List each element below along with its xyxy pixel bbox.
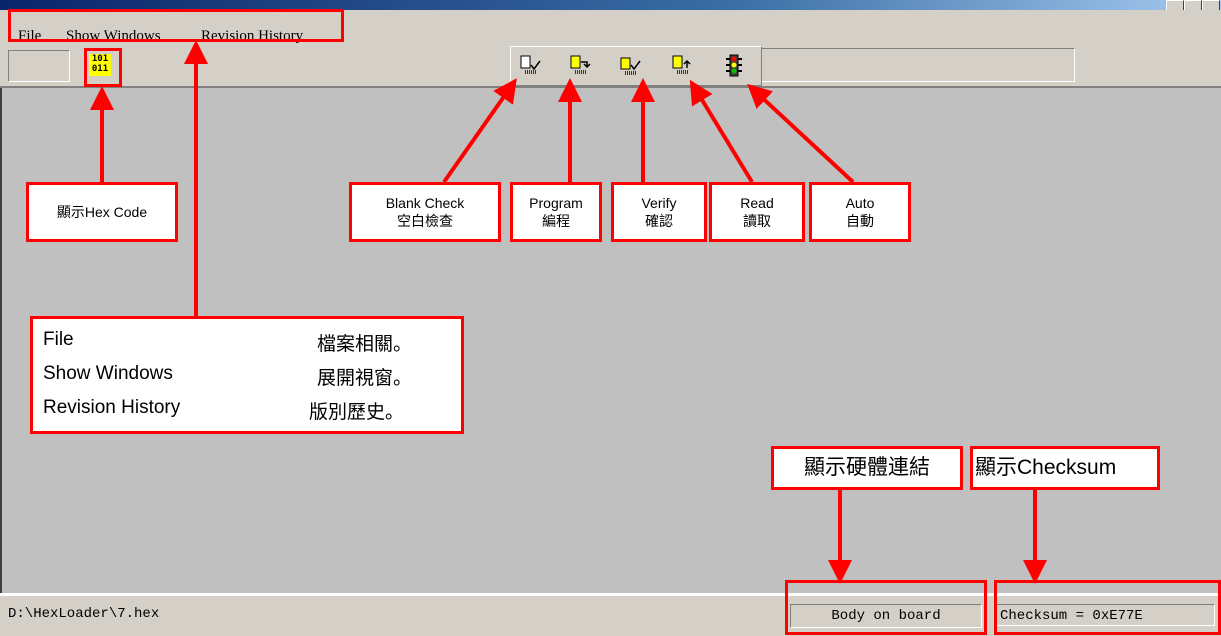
program-icon[interactable] (567, 53, 593, 79)
callout-hex-code: 顯示Hex Code (26, 182, 178, 242)
menu-highlight-box (8, 9, 344, 42)
callout-menu-legend: File 檔案相關。 Show Windows 展開視窗。 Revision H… (30, 316, 464, 434)
callout-blank-check: Blank Check 空白檢查 (349, 182, 501, 242)
callout-blank-check-zh: 空白檢查 (397, 213, 453, 229)
toolbar-well-right (760, 48, 1075, 82)
callout-read: Read 讀取 (709, 182, 805, 242)
status-file-path: D:\HexLoader\7.hex (8, 606, 160, 622)
connection-highlight-box (785, 580, 987, 635)
callout-blank-check-en: Blank Check (385, 195, 465, 211)
callout-read-zh: 讀取 (743, 213, 771, 229)
legend-show-windows-zh: 展開視窗。 (317, 368, 413, 389)
callout-auto: Auto 自動 (809, 182, 911, 242)
legend-revision-history-en: Revision History (43, 397, 181, 418)
callout-verify-en: Verify (641, 195, 677, 211)
legend-file-en: File (43, 329, 74, 350)
toolbar: 101 011 (0, 44, 1221, 88)
checksum-highlight-box (994, 580, 1221, 635)
verify-icon[interactable] (617, 53, 643, 79)
hex-icon-highlight-box (84, 48, 122, 87)
blank-check-icon[interactable] (517, 53, 543, 79)
callout-auto-en: Auto (845, 195, 875, 211)
callout-hex-code-text: 顯示Hex Code (56, 204, 148, 220)
legend-show-windows-en: Show Windows (43, 363, 173, 384)
legend-revision-history-zh: 版別歷史。 (309, 402, 405, 423)
read-icon[interactable] (669, 53, 695, 79)
callout-program: Program 編程 (510, 182, 602, 242)
callout-hardware-link: 顯示硬體連結 (771, 446, 963, 490)
callout-program-zh: 編程 (542, 213, 570, 229)
callout-read-en: Read (740, 195, 774, 211)
callout-hardware-link-text: 顯示硬體連結 (804, 456, 930, 479)
toolbar-well-left (8, 50, 70, 82)
toolbar-button-group (510, 46, 762, 86)
callout-checksum: 顯示Checksum (970, 446, 1160, 490)
traffic-light-icon[interactable] (721, 53, 747, 79)
callout-auto-zh: 自動 (846, 213, 874, 229)
callout-verify: Verify 確認 (611, 182, 707, 242)
callout-checksum-text: 顯示Checksum (975, 456, 1117, 479)
legend-file-zh: 檔案相關。 (317, 334, 413, 355)
callout-program-en: Program (529, 195, 583, 211)
callout-verify-zh: 確認 (645, 213, 673, 229)
